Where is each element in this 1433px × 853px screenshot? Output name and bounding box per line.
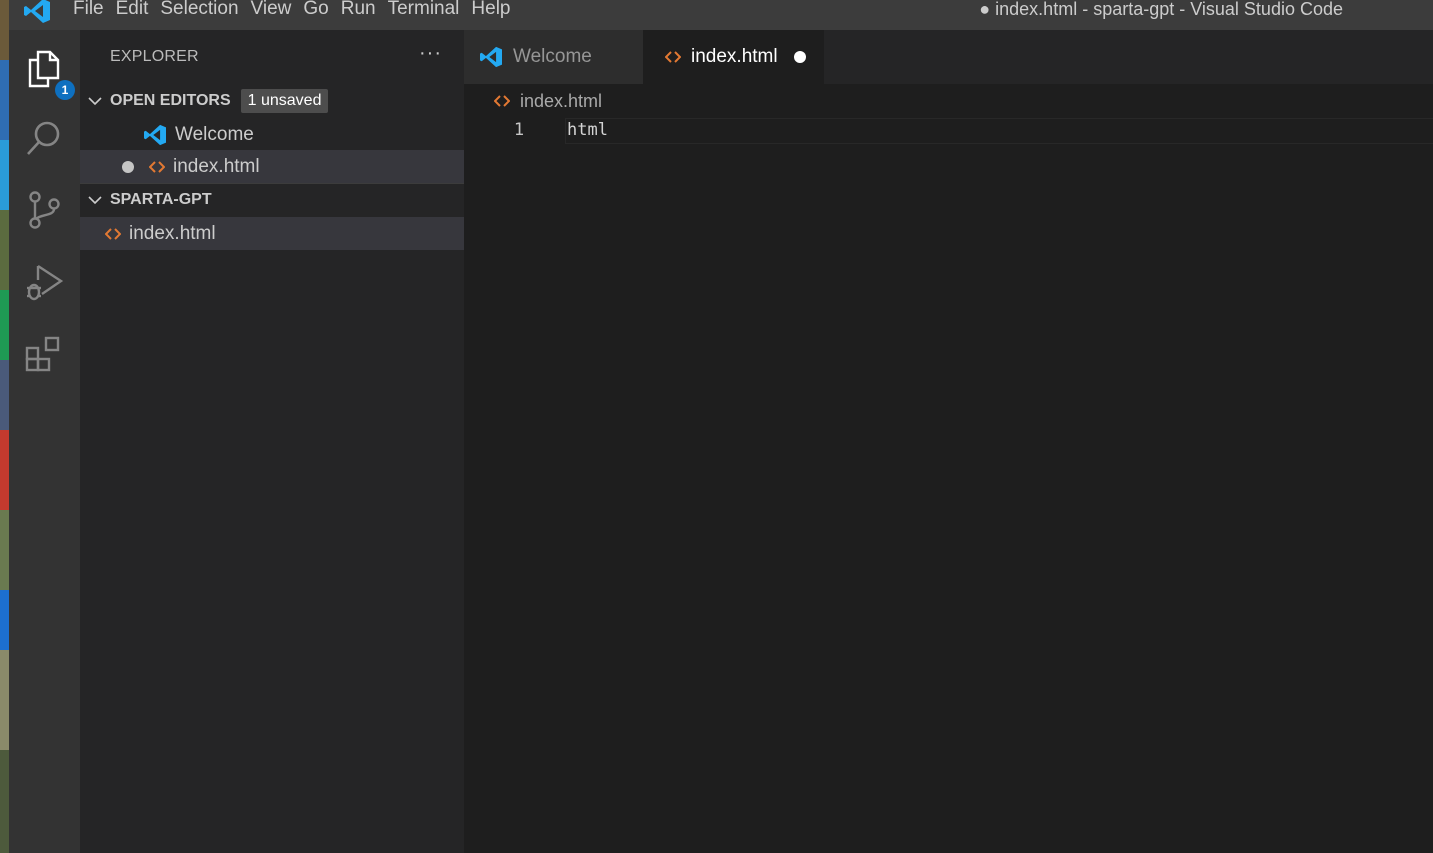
menu-bar: File Edit Selection View Go Run Terminal…: [73, 0, 523, 22]
unsaved-badge: 1 unsaved: [240, 89, 329, 113]
file-tree-item-index-html[interactable]: index.html: [80, 217, 464, 250]
workspace-header[interactable]: SPARTA-GPT: [80, 184, 464, 216]
vscode-logo-icon[interactable]: [23, 0, 51, 24]
open-editors-header[interactable]: OPEN EDITORS 1 unsaved: [80, 85, 464, 117]
html-file-icon: [665, 51, 681, 63]
html-file-icon: [149, 160, 165, 173]
search-button[interactable]: [22, 116, 66, 160]
explorer-icon: [28, 50, 60, 88]
activity-bar: 1: [9, 30, 80, 853]
html-file-icon: [105, 227, 121, 240]
tab-label: index.html: [691, 46, 778, 67]
vscode-logo-icon: [480, 46, 502, 68]
menu-file[interactable]: File: [73, 0, 116, 22]
editor-line[interactable]: 1 html: [464, 118, 1433, 146]
current-line-highlight: [565, 118, 1433, 144]
tab-label: Welcome: [513, 46, 592, 67]
run-debug-button[interactable]: [22, 260, 66, 304]
breadcrumb-file[interactable]: index.html: [520, 91, 602, 112]
open-editor-label: index.html: [173, 155, 260, 177]
tab-welcome[interactable]: Welcome: [464, 30, 643, 84]
unsaved-dot-icon[interactable]: [793, 51, 806, 63]
open-editors-label: OPEN EDITORS: [110, 92, 231, 109]
chevron-down-icon: [80, 96, 110, 106]
editor-tab-bar: Welcome index.html: [464, 30, 1433, 84]
run-debug-icon: [27, 264, 64, 301]
breadcrumb: index.html: [494, 88, 602, 114]
extensions-icon: [25, 336, 60, 372]
menu-edit[interactable]: Edit: [116, 0, 161, 22]
explorer-sidebar: EXPLORER ··· OPEN EDITORS 1 unsaved Welc…: [80, 30, 464, 853]
menu-help[interactable]: Help: [471, 0, 522, 22]
menu-terminal[interactable]: Terminal: [388, 0, 472, 22]
workspace-label: SPARTA-GPT: [110, 191, 212, 208]
unsaved-dot-icon[interactable]: [122, 160, 134, 173]
menu-view[interactable]: View: [251, 0, 304, 22]
desktop-background-strip: [0, 0, 9, 853]
menu-selection[interactable]: Selection: [160, 0, 250, 22]
menu-run[interactable]: Run: [341, 0, 388, 22]
tab-index-html[interactable]: index.html: [643, 30, 824, 84]
html-file-icon: [494, 95, 510, 107]
explorer-button[interactable]: 1: [22, 46, 75, 100]
explorer-badge: 1: [55, 80, 75, 100]
open-editor-item-index-html[interactable]: index.html: [80, 150, 464, 183]
code-text[interactable]: html: [567, 120, 608, 140]
open-editor-label: Welcome: [175, 123, 254, 145]
menu-go[interactable]: Go: [303, 0, 340, 22]
file-label: index.html: [129, 222, 216, 244]
line-number: 1: [513, 120, 525, 140]
open-editor-item-welcome[interactable]: Welcome: [80, 118, 464, 151]
extensions-button[interactable]: [22, 332, 66, 376]
more-actions-icon[interactable]: ···: [419, 42, 442, 65]
title-bar: File Edit Selection View Go Run Terminal…: [9, 0, 1433, 30]
source-control-icon: [29, 191, 60, 229]
source-control-button[interactable]: [22, 188, 66, 232]
vscode-logo-icon: [144, 124, 166, 145]
search-icon: [27, 121, 60, 155]
explorer-title: EXPLORER: [110, 48, 199, 65]
window-title: ● index.html - sparta-gpt - Visual Studi…: [979, 0, 1343, 19]
chevron-down-icon: [80, 195, 110, 205]
